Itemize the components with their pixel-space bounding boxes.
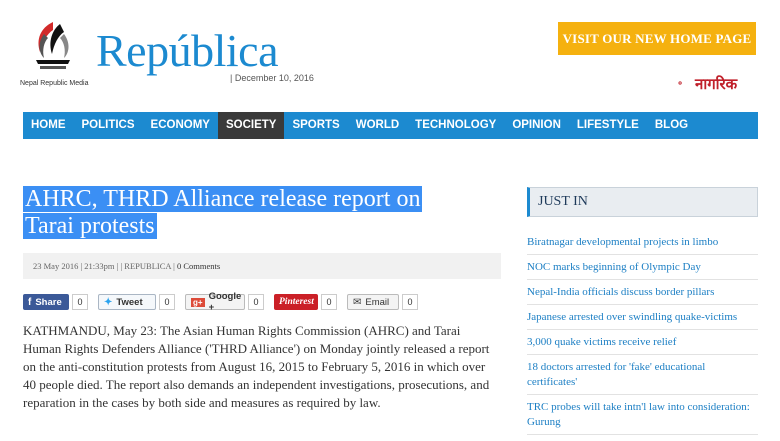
nav-item-opinion[interactable]: OPINION (504, 112, 569, 139)
article-date: 23 May 2016 | 21:33pm | (33, 261, 119, 271)
article-body: KATHMANDU, May 23: The Asian Human Right… (23, 323, 490, 410)
article-meta: 23 May 2016 | 21:33pm | | REPUBLICA | 0 … (23, 253, 501, 279)
just-in-list: Biratnagar developmental projects in lim… (527, 233, 758, 438)
google-plus-icon: g+ (191, 297, 205, 307)
google-plus-button[interactable]: g+ Google + (185, 291, 245, 313)
nav-item-sports[interactable]: SPORTS (284, 112, 347, 139)
email-share-count: 0 (402, 294, 418, 310)
list-item[interactable]: TRC probes will take intn'l law into con… (527, 398, 758, 435)
list-item[interactable]: Biratnagar developmental projects in lim… (527, 233, 758, 255)
twitter-tweet-count: 0 (159, 294, 175, 310)
logo-subtitle: Nepal Republic Media (20, 80, 89, 87)
envelope-icon: ✉ (353, 296, 362, 308)
article-title-line1: AHRC, THRD Alliance release report on (23, 186, 423, 212)
email-share-label: Email (365, 296, 390, 308)
republica-logo-icon[interactable] (30, 20, 76, 76)
pinterest-count: 0 (321, 294, 337, 310)
list-item[interactable]: Japanese arrested over swindling quake-v… (527, 308, 758, 330)
facebook-icon: f (28, 296, 32, 308)
pinterest-button[interactable]: Pinterest (274, 294, 318, 310)
nav-item-home[interactable]: HOME (23, 112, 74, 139)
facebook-share-label: Share (35, 296, 62, 308)
list-item[interactable]: 18 doctors arrested for 'fake' education… (527, 358, 758, 395)
facebook-share-count: 0 (72, 294, 88, 310)
nav-item-economy[interactable]: ECONOMY (143, 112, 218, 139)
nav-item-lifestyle[interactable]: LIFESTYLE (569, 112, 647, 139)
nagarik-logo-icon[interactable] (678, 72, 696, 94)
list-item[interactable]: Nepal-India officials discuss border pil… (527, 283, 758, 305)
article-source: | REPUBLICA | (120, 261, 175, 271)
site-logo-text[interactable]: República (96, 28, 279, 74)
share-bar: f Share 0 ✦ Tweet 0 g+ Google + 0 Pinter… (23, 291, 428, 313)
visit-new-homepage-button[interactable]: VISIT OUR NEW HOME PAGE (558, 22, 756, 55)
list-item[interactable]: NOC marks beginning of Olympic Day (527, 258, 758, 280)
nav-item-society[interactable]: SOCIETY (217, 112, 285, 139)
nagarik-logo-text[interactable]: नागरिक (695, 74, 737, 94)
main-nav: HOME POLITICS ECONOMY SOCIETY SPORTS WOR… (23, 112, 758, 139)
facebook-share-button[interactable]: f Share (23, 294, 69, 310)
twitter-bird-icon: ✦ (104, 296, 113, 308)
nav-item-technology[interactable]: TECHNOLOGY (407, 112, 504, 139)
twitter-tweet-button[interactable]: ✦ Tweet (98, 294, 156, 310)
pinterest-label: Pinterest (279, 297, 314, 307)
article-comments-link[interactable]: 0 Comments (177, 261, 220, 271)
google-plus-label: Google + (208, 291, 242, 313)
google-plus-count: 0 (248, 294, 264, 310)
nav-item-blog[interactable]: BLOG (647, 112, 696, 139)
nav-item-world[interactable]: WORLD (348, 112, 407, 139)
article-title: AHRC, THRD Alliance release report on Ta… (23, 186, 493, 240)
twitter-tweet-label: Tweet (116, 296, 143, 308)
article-title-line2: Tarai protests (23, 213, 157, 239)
nav-item-politics[interactable]: POLITICS (74, 112, 143, 139)
header-date: | December 10, 2016 (230, 73, 314, 83)
email-share-button[interactable]: ✉ Email (347, 294, 399, 310)
list-item[interactable]: 3,000 quake victims receive relief (527, 333, 758, 355)
just-in-heading: JUST IN (527, 187, 758, 217)
